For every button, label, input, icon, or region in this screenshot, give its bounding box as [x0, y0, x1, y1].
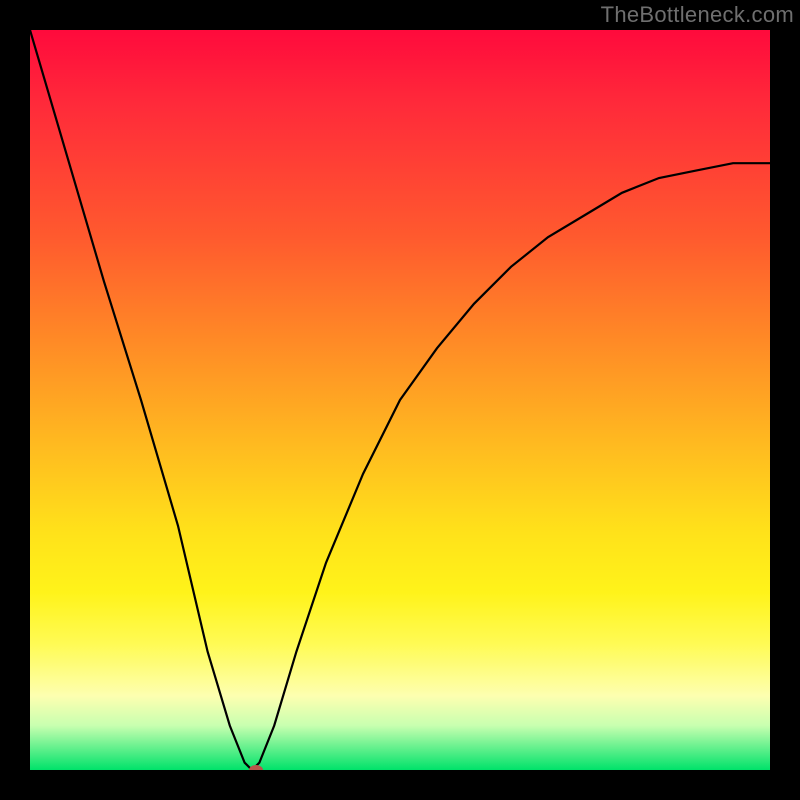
plot-area — [30, 30, 770, 770]
watermark-text: TheBottleneck.com — [601, 2, 794, 28]
bottleneck-curve — [30, 30, 770, 770]
curve-path — [30, 30, 770, 770]
minimum-marker — [249, 765, 263, 770]
chart-frame: TheBottleneck.com — [0, 0, 800, 800]
